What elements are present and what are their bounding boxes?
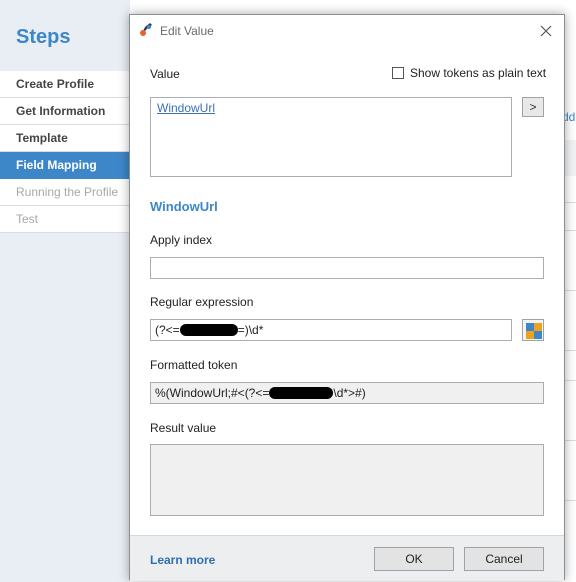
steps-sidebar: Steps Create Profile Get Information Tem… <box>0 0 130 582</box>
grid-cell <box>534 323 542 331</box>
token-section-title: WindowUrl <box>150 199 218 214</box>
steps-title: Steps <box>16 26 71 48</box>
dialog-footer: Learn more OK Cancel <box>130 535 564 581</box>
value-token-link[interactable]: WindowUrl <box>157 101 215 115</box>
insert-token-button[interactable]: > <box>522 97 544 117</box>
redaction-mark <box>269 387 334 399</box>
show-tokens-checkbox[interactable] <box>392 67 404 79</box>
step-field-mapping[interactable]: Field Mapping <box>0 152 130 179</box>
learn-more-link[interactable]: Learn more <box>150 553 215 567</box>
step-list: Create Profile Get Information Template … <box>0 71 130 233</box>
regex-suffix: =)\d* <box>237 323 264 337</box>
step-get-information[interactable]: Get Information <box>0 98 130 125</box>
edit-value-dialog: Edit Value Value Show tokens as plain te… <box>129 14 565 581</box>
regex-label: Regular expression <box>150 295 254 309</box>
close-icon[interactable] <box>536 21 556 41</box>
regex-input[interactable]: (?<= =)\d* <box>150 319 512 341</box>
formatted-token-field: %(WindowUrl;#<(?<= \d*>#) <box>150 382 544 404</box>
ok-button[interactable]: OK <box>374 547 454 571</box>
grid-cell <box>526 331 534 339</box>
dialog-title: Edit Value <box>160 24 214 38</box>
redaction-mark <box>179 324 238 336</box>
step-template[interactable]: Template <box>0 125 130 152</box>
regex-builder-icon[interactable] <box>522 319 544 341</box>
step-test: Test <box>0 206 130 233</box>
apply-index-label: Apply index <box>150 233 213 247</box>
formatted-token-suffix: \d*>#) <box>333 386 366 400</box>
grid-cell <box>534 331 542 339</box>
value-label: Value <box>150 67 180 81</box>
formatted-token-prefix: %(WindowUrl;#<(?<= <box>155 386 270 400</box>
result-value-label: Result value <box>150 421 217 435</box>
app-icon <box>138 22 154 38</box>
cancel-button[interactable]: Cancel <box>464 547 544 571</box>
grid-cell <box>526 323 534 331</box>
step-create-profile[interactable]: Create Profile <box>0 71 130 98</box>
apply-index-input[interactable] <box>150 257 544 279</box>
show-tokens-label[interactable]: Show tokens as plain text <box>410 66 546 80</box>
dialog-titlebar[interactable]: Edit Value <box>130 15 564 47</box>
step-running-the-profile: Running the Profile <box>0 179 130 206</box>
value-editor[interactable]: WindowUrl <box>150 97 512 177</box>
result-value-field <box>150 444 544 516</box>
regex-prefix: (?<= <box>155 323 180 337</box>
formatted-token-label: Formatted token <box>150 358 238 372</box>
